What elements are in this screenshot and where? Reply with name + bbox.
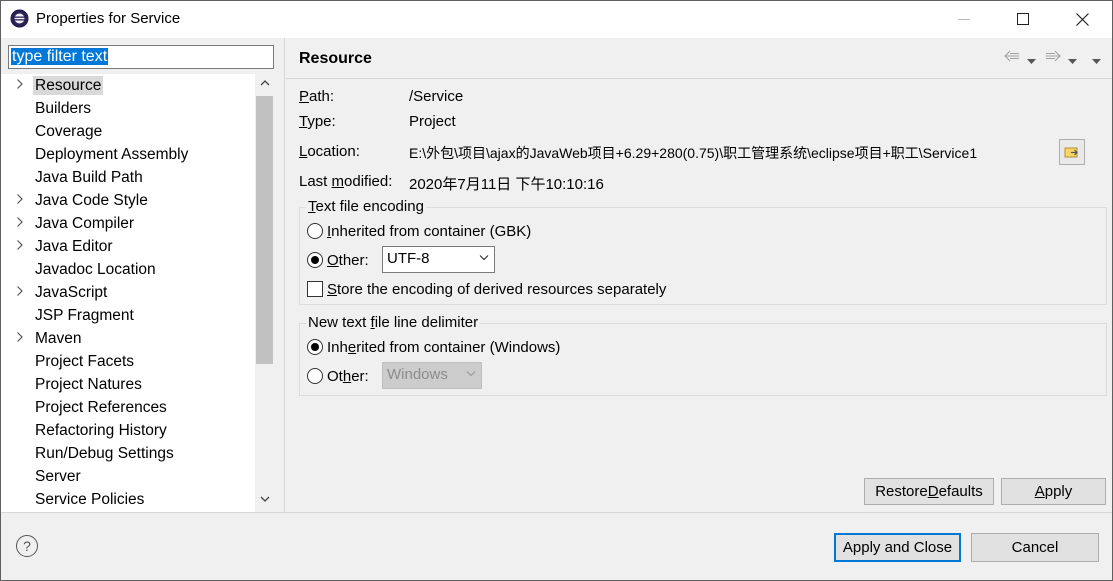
back-dropdown-icon[interactable]: [1027, 52, 1036, 68]
delimiter-other-label[interactable]: Other:: [327, 368, 369, 385]
delimiter-select: Windows: [382, 362, 482, 389]
back-arrow-icon[interactable]: [1004, 49, 1020, 65]
show-in-explorer-button[interactable]: [1059, 139, 1085, 165]
help-icon[interactable]: ?: [16, 535, 38, 557]
forward-dropdown-icon[interactable]: [1068, 52, 1077, 68]
tree-item[interactable]: Refactoring History: [1, 419, 255, 442]
location-label: Location:: [299, 143, 360, 160]
tree-item[interactable]: JavaScript: [1, 281, 255, 304]
delimiter-group-title: New text file line delimiter: [306, 314, 481, 331]
tree-item[interactable]: Builders: [1, 97, 255, 120]
path-label: Path:: [299, 88, 335, 105]
maximize-button[interactable]: [994, 0, 1052, 38]
tree-item[interactable]: Java Compiler: [1, 212, 255, 235]
apply-button[interactable]: Apply: [1001, 478, 1106, 505]
last-modified-value: 2020年7月11日 下午10:10:16: [409, 176, 604, 193]
restore-defaults-button[interactable]: Restore Defaults: [864, 478, 994, 505]
delimiter-select-value: Windows: [387, 366, 448, 383]
tree-item-label: Java Code Style: [35, 192, 148, 209]
tree-item-label: Javadoc Location: [35, 261, 156, 278]
tree-item[interactable]: Project References: [1, 396, 255, 419]
page-title: Resource: [299, 50, 372, 67]
tree-item-label: Java Compiler: [35, 215, 135, 232]
tree-item[interactable]: Java Build Path: [1, 166, 255, 189]
tree-item-label: JavaScript: [35, 284, 108, 301]
tree-item-label: Builders: [35, 100, 91, 117]
close-button[interactable]: [1053, 0, 1111, 38]
view-menu-icon[interactable]: [1092, 52, 1101, 68]
scroll-down-icon[interactable]: [255, 492, 274, 510]
tree-item[interactable]: Java Code Style: [1, 189, 255, 212]
encoding-inherited-radio[interactable]: [307, 223, 323, 239]
encoding-group-title: Text file encoding: [306, 198, 426, 215]
store-encoding-label[interactable]: Store the encoding of derived resources …: [327, 281, 666, 298]
encoding-other-radio[interactable]: [307, 252, 323, 268]
tree-item[interactable]: Java Editor: [1, 235, 255, 258]
tree-item[interactable]: JSP Fragment: [1, 304, 255, 327]
tree-item-label: Coverage: [35, 123, 103, 140]
tree-item[interactable]: Server: [1, 465, 255, 488]
expand-arrow-icon[interactable]: [16, 193, 28, 207]
tree-item[interactable]: Coverage: [1, 120, 255, 143]
last-modified-label: Last modified:: [299, 173, 393, 190]
tree-item-label: Java Build Path: [35, 169, 143, 186]
scroll-up-icon[interactable]: [255, 76, 274, 94]
tree-item[interactable]: Deployment Assembly: [1, 143, 255, 166]
location-value: E:\外包\项目\ajax的JavaWeb项目+6.29+280(0.75)\职…: [409, 145, 978, 161]
tree-item-label: JSP Fragment: [35, 307, 134, 324]
filter-placeholder: type filter text: [11, 48, 109, 65]
eclipse-app-icon: [10, 9, 29, 28]
tree-item-label: Project Natures: [35, 376, 142, 393]
delimiter-inherited-radio[interactable]: [307, 339, 323, 355]
page-header: [286, 38, 1113, 79]
tree-item-label: Project Facets: [35, 353, 135, 370]
chevron-down-icon: [479, 252, 489, 264]
maximize-icon: [1017, 13, 1029, 25]
delimiter-other-radio[interactable]: [307, 368, 323, 384]
forward-arrow-icon[interactable]: [1045, 49, 1061, 65]
tree-item[interactable]: Maven: [1, 327, 255, 350]
path-value: /Service: [409, 88, 464, 105]
property-tree[interactable]: Resource Builders Coverage Deployment Assem…: [1, 74, 255, 512]
tree-item-label: Server: [35, 468, 81, 485]
minimize-icon: [958, 19, 970, 20]
cancel-button[interactable]: Cancel: [971, 533, 1099, 562]
tree-item[interactable]: Project Natures: [1, 373, 255, 396]
tree-scrollbar[interactable]: [255, 74, 274, 512]
close-icon: [1075, 12, 1089, 26]
expand-arrow-icon[interactable]: [16, 331, 28, 345]
encoding-inherited-label[interactable]: Inherited from container (GBK): [327, 223, 531, 240]
tree-item[interactable]: Run/Debug Settings: [1, 442, 255, 465]
tree-item[interactable]: Javadoc Location: [1, 258, 255, 281]
delimiter-inherited-label[interactable]: Inherited from container (Windows): [327, 339, 560, 356]
expand-arrow-icon[interactable]: [16, 239, 28, 253]
tree-item-label: Resource: [33, 76, 104, 95]
apply-and-close-button[interactable]: Apply and Close: [834, 533, 961, 562]
tree-item-label: Project References: [35, 399, 167, 416]
encoding-other-label[interactable]: Other:: [327, 252, 369, 269]
tree-item-label: Refactoring History: [35, 422, 167, 439]
window-title: Properties for Service: [36, 10, 181, 27]
tree-item-label: Deployment Assembly: [35, 146, 189, 163]
tree-item[interactable]: Project Facets: [1, 350, 255, 373]
expand-arrow-icon[interactable]: [16, 78, 28, 92]
tree-item-label: Run/Debug Settings: [35, 445, 174, 462]
tree-item-label: Service Policies: [35, 491, 145, 508]
open-folder-icon: [1064, 147, 1078, 158]
tree-item[interactable]: Resource: [1, 74, 255, 97]
expand-arrow-icon[interactable]: [16, 216, 28, 230]
tree-item[interactable]: Service Policies: [1, 488, 255, 511]
store-encoding-checkbox[interactable]: [307, 281, 323, 297]
filter-input[interactable]: type filter text: [8, 45, 274, 69]
encoding-select-value: UTF-8: [387, 250, 430, 267]
scroll-thumb[interactable]: [256, 96, 273, 364]
chevron-down-icon: [466, 368, 476, 380]
expand-arrow-icon[interactable]: [16, 285, 28, 299]
minimize-button[interactable]: [935, 0, 993, 38]
type-label: Type:: [299, 113, 336, 130]
tree-item-label: Java Editor: [35, 238, 113, 255]
type-value: Project: [409, 113, 456, 130]
encoding-select[interactable]: UTF-8: [382, 246, 495, 273]
tree-item-label: Maven: [35, 330, 82, 347]
